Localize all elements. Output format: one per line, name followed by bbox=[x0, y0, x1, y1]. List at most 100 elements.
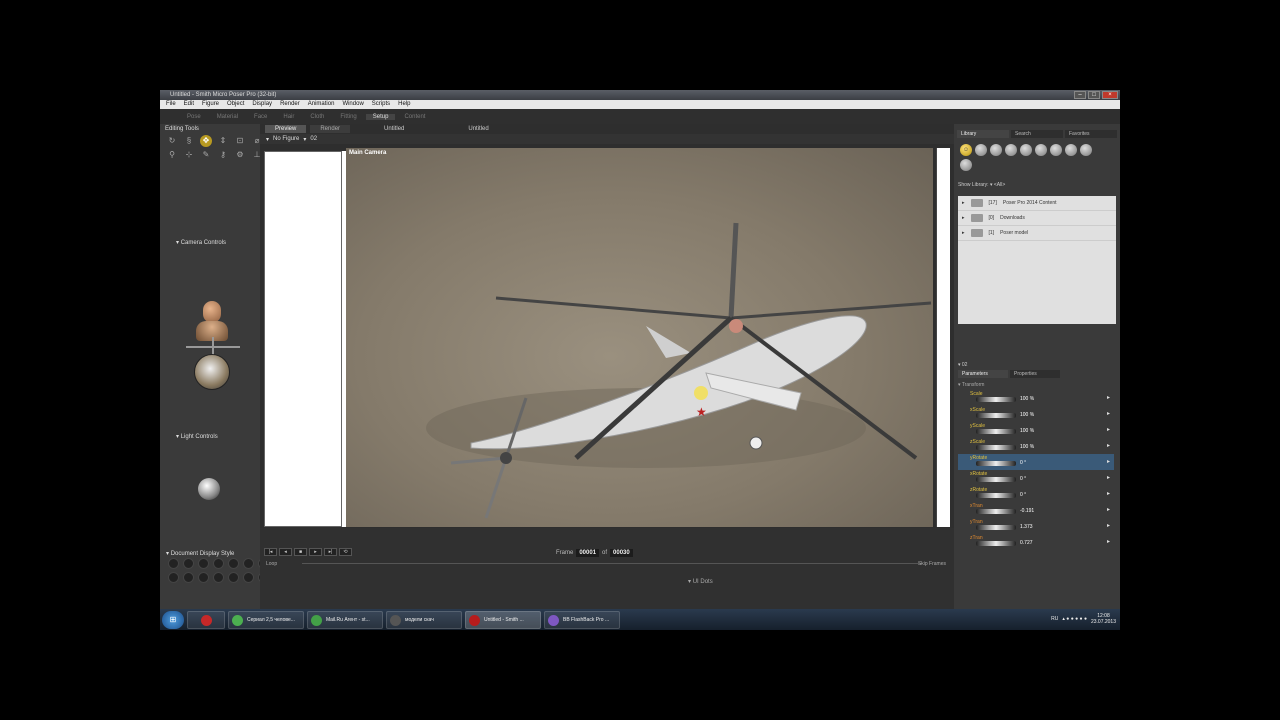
maximize-button[interactable]: □ bbox=[1088, 91, 1100, 99]
parameter-dial[interactable] bbox=[976, 541, 1016, 546]
parameter-row[interactable]: Scale 100 % ▸ bbox=[958, 390, 1114, 406]
room-tab-cloth[interactable]: Cloth bbox=[303, 114, 331, 120]
taskbar-item[interactable]: Untitled - Smith ... bbox=[465, 610, 541, 629]
lights-category-icon[interactable] bbox=[1050, 144, 1062, 156]
step-back-button[interactable]: ◂ bbox=[279, 548, 292, 556]
parameter-value[interactable]: 100 % bbox=[1020, 396, 1034, 402]
view-magnifier-icon[interactable]: ⚷ bbox=[217, 149, 229, 161]
parameter-row[interactable]: xScale 100 % ▸ bbox=[958, 406, 1114, 422]
parameter-menu-icon[interactable]: ▸ bbox=[1107, 394, 1110, 401]
tab-library[interactable]: Library bbox=[957, 130, 1009, 138]
parameter-value[interactable]: 0.727 bbox=[1020, 540, 1033, 546]
morphing-tool-icon[interactable]: ⚙ bbox=[234, 149, 246, 161]
grouping-tool-icon[interactable]: ✎ bbox=[200, 149, 212, 161]
display-style-button[interactable] bbox=[198, 558, 209, 569]
menu-edit[interactable]: Edit bbox=[184, 100, 194, 109]
props-category-icon[interactable] bbox=[1035, 144, 1047, 156]
parameter-row[interactable]: yRotate 0 ° ▸ bbox=[958, 454, 1114, 470]
figure-select-icon[interactable]: ▾ bbox=[266, 136, 269, 143]
translate-tool-icon[interactable]: ✥ bbox=[200, 135, 212, 147]
display-style-button[interactable] bbox=[168, 558, 179, 569]
room-tab-material[interactable]: Material bbox=[210, 114, 245, 120]
menu-render[interactable]: Render bbox=[280, 100, 300, 109]
parameter-dial[interactable] bbox=[976, 477, 1016, 482]
figures-category-icon[interactable]: ☺ bbox=[960, 144, 972, 156]
display-style-button[interactable] bbox=[198, 572, 209, 583]
parameter-row[interactable]: xTran -0.191 ▸ bbox=[958, 502, 1114, 518]
taskbar-item[interactable]: Mail.Ru Агент - st... bbox=[307, 610, 383, 629]
tab-favorites[interactable]: Favorites bbox=[1065, 130, 1117, 138]
camera-trackball-icon[interactable] bbox=[194, 354, 230, 390]
room-tab-content[interactable]: Content bbox=[397, 114, 432, 120]
rotate-tool-icon[interactable]: ↻ bbox=[166, 135, 178, 147]
parameter-row[interactable]: zTran 0.727 ▸ bbox=[958, 534, 1114, 550]
display-style-button[interactable] bbox=[228, 572, 239, 583]
poses-category-icon[interactable] bbox=[975, 144, 987, 156]
tray-icons[interactable]: ▴ ● ● ● ● ● bbox=[1062, 616, 1087, 622]
parameter-row[interactable]: zScale 100 % ▸ bbox=[958, 438, 1114, 454]
main-viewport[interactable]: Main Camera ★ bbox=[346, 148, 933, 527]
timeline-scrubber[interactable]: Loop Skip Frames bbox=[264, 561, 950, 567]
menu-display[interactable]: Display bbox=[252, 100, 272, 109]
total-frames-field[interactable]: 00030 bbox=[610, 549, 633, 557]
parameter-row[interactable]: zRotate 0 ° ▸ bbox=[958, 486, 1114, 502]
start-button[interactable]: ⊞ bbox=[162, 610, 184, 629]
room-tab-fitting[interactable]: Fitting bbox=[333, 114, 363, 120]
display-style-button[interactable] bbox=[213, 558, 224, 569]
taskbar-item[interactable]: модели скач bbox=[386, 610, 462, 629]
parameter-dial[interactable] bbox=[976, 429, 1016, 434]
scenes-category-icon[interactable] bbox=[960, 159, 972, 171]
twist-tool-icon[interactable]: § bbox=[183, 135, 195, 147]
minimize-button[interactable]: – bbox=[1074, 91, 1086, 99]
current-frame-field[interactable]: 00001 bbox=[576, 549, 600, 557]
parameter-menu-icon[interactable]: ▸ bbox=[1107, 538, 1110, 545]
parameter-dial[interactable] bbox=[976, 493, 1016, 498]
tab-search[interactable]: Search bbox=[1011, 130, 1063, 138]
library-folder[interactable]: ▸ [17] Poser Pro 2014 Content bbox=[958, 196, 1116, 211]
tab-preview[interactable]: Preview bbox=[265, 125, 307, 133]
parameter-menu-icon[interactable]: ▸ bbox=[1107, 490, 1110, 497]
parameter-menu-icon[interactable]: ▸ bbox=[1107, 426, 1110, 433]
expand-icon[interactable]: ▸ bbox=[962, 230, 965, 236]
parameter-value[interactable]: -0.191 bbox=[1020, 508, 1034, 514]
cameras-category-icon[interactable] bbox=[1065, 144, 1077, 156]
display-style-button[interactable] bbox=[183, 558, 194, 569]
parameter-menu-icon[interactable]: ▸ bbox=[1107, 522, 1110, 529]
menu-scripts[interactable]: Scripts bbox=[372, 100, 390, 109]
loop-button[interactable]: ⟲ bbox=[339, 548, 352, 556]
parameter-row[interactable]: xRotate 0 ° ▸ bbox=[958, 470, 1114, 486]
parameter-menu-icon[interactable]: ▸ bbox=[1107, 506, 1110, 513]
parameter-value[interactable]: 100 % bbox=[1020, 412, 1034, 418]
translate-in-out-icon[interactable]: ⇕ bbox=[217, 135, 229, 147]
parameter-dial[interactable] bbox=[976, 461, 1016, 466]
helicopter-model[interactable]: ★ bbox=[346, 148, 933, 527]
taskbar-item[interactable]: Сериал 2,5 челове... bbox=[228, 610, 304, 629]
parameter-value[interactable]: 100 % bbox=[1020, 428, 1034, 434]
menu-file[interactable]: File bbox=[166, 100, 176, 109]
expressions-category-icon[interactable] bbox=[990, 144, 1002, 156]
tab-properties[interactable]: Properties bbox=[1010, 370, 1060, 378]
parameter-menu-icon[interactable]: ▸ bbox=[1107, 458, 1110, 465]
room-tab-face[interactable]: Face bbox=[247, 114, 274, 120]
figure-select[interactable]: No Figure bbox=[273, 136, 299, 142]
parameter-dial[interactable] bbox=[976, 413, 1016, 418]
tab-render[interactable]: Render bbox=[310, 125, 351, 133]
menu-window[interactable]: Window bbox=[342, 100, 363, 109]
language-indicator[interactable]: RU bbox=[1051, 616, 1058, 622]
chain-break-icon[interactable]: ⚲ bbox=[166, 149, 178, 161]
menu-object[interactable]: Object bbox=[227, 100, 244, 109]
parameter-dial[interactable] bbox=[976, 397, 1016, 402]
menu-figure[interactable]: Figure bbox=[202, 100, 219, 109]
parameter-value[interactable]: 0 ° bbox=[1020, 460, 1026, 466]
materials-category-icon[interactable] bbox=[1080, 144, 1092, 156]
parameter-value[interactable]: 0 ° bbox=[1020, 492, 1026, 498]
display-style-button[interactable] bbox=[243, 572, 254, 583]
display-style-button[interactable] bbox=[213, 572, 224, 583]
parameter-dial[interactable] bbox=[976, 445, 1016, 450]
parameter-value[interactable]: 0 ° bbox=[1020, 476, 1026, 482]
parameter-value[interactable]: 100 % bbox=[1020, 444, 1034, 450]
room-tab-setup[interactable]: Setup bbox=[365, 113, 396, 120]
stop-button[interactable]: ■ bbox=[294, 548, 307, 556]
color-tool-icon[interactable]: ⊹ bbox=[183, 149, 195, 161]
parameter-dial[interactable] bbox=[976, 525, 1016, 530]
